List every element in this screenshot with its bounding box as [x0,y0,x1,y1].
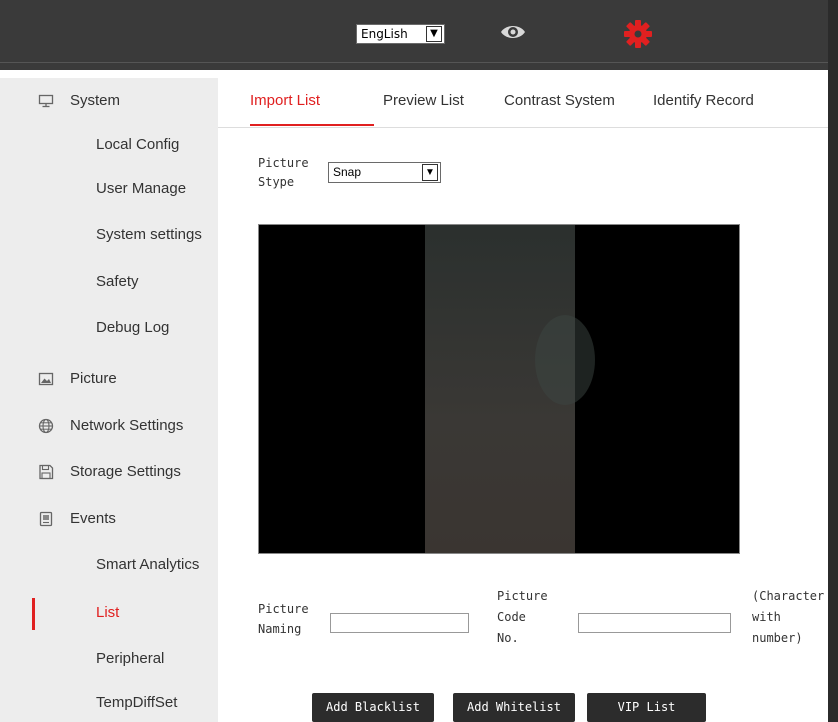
picture-type-select[interactable]: Snap ▼ [328,162,441,183]
top-bar-divider [0,62,838,63]
vip-list-button[interactable]: VIP List [587,693,706,722]
sidebar-item-label: Smart Analytics [96,556,200,573]
sidebar-item-list[interactable]: List [0,590,218,636]
globe-icon [38,418,54,434]
picture-code-hint: (Character with number) [752,586,824,649]
sidebar-item-label: List [96,604,120,621]
sidebar-item-label: Debug Log [96,319,170,336]
save-icon [39,464,54,480]
sidebar-item-user-manage[interactable]: User Manage [0,180,218,226]
add-blacklist-button[interactable]: Add Blacklist [312,693,434,722]
picture-code-label-line: Picture [497,589,548,603]
preview-image-highlight [535,315,595,405]
sidebar-item-label: Storage Settings [70,463,181,480]
sidebar-item-label: Network Settings [70,417,184,434]
tab-bar: Import List Preview List Contrast System… [218,78,828,128]
add-whitelist-button[interactable]: Add Whitelist [453,693,575,722]
picture-code-label-line: Code [497,610,526,624]
picture-type-label: Picture Stype [258,154,309,192]
language-select[interactable]: EngLish ▼ [356,24,445,44]
sidebar-item-label: Safety [96,273,139,290]
sidebar-item-label: System [70,92,121,109]
language-select-value: EngLish [361,27,408,41]
window-edge [828,0,838,722]
eye-icon[interactable] [500,22,526,42]
picture-naming-input[interactable] [330,613,469,633]
sidebar-item-label: Picture [70,370,117,387]
picture-code-label-line: No. [497,631,519,645]
sidebar-item-label: Events [70,510,116,527]
sidebar-item-storage-settings[interactable]: Storage Settings [0,449,218,495]
picture-code-hint-line: number) [752,631,803,645]
picture-preview [258,224,740,554]
events-icon [39,511,53,527]
sidebar-item-label: TempDiffSet [96,694,178,711]
tab-preview-list[interactable]: Preview List [383,92,464,109]
sidebar-item-local-config[interactable]: Local Config [0,136,218,182]
sidebar-item-tempdiffset[interactable]: TempDiffSet [0,694,218,722]
picture-naming-label-line: Picture [258,602,309,616]
picture-type-label-line: Picture [258,156,309,170]
top-bar: EngLish ▼ [0,0,838,70]
picture-naming-label: Picture Naming [258,599,309,639]
sidebar-item-system-settings[interactable]: System settings [0,226,218,272]
picture-type-label-line: Stype [258,175,295,189]
picture-code-label: Picture Code No. [497,586,548,649]
tab-contrast-system[interactable]: Contrast System [504,92,615,109]
gear-icon[interactable] [624,20,652,48]
chevron-down-icon[interactable]: ▼ [426,26,442,42]
picture-code-hint-line: with [752,610,781,624]
picture-code-hint-line: (Character [752,589,825,603]
picture-type-value: Snap [333,165,362,179]
sidebar-item-picture[interactable]: Picture [0,356,218,402]
sidebar-item-system[interactable]: System [0,78,218,124]
sidebar-item-network-settings[interactable]: Network Settings [0,403,218,449]
sidebar-item-safety[interactable]: Safety [0,273,218,319]
sidebar: System Local Config User Manage System s… [0,78,218,722]
picture-code-input[interactable] [578,613,731,633]
sidebar-item-label: Local Config [96,136,180,153]
chevron-down-icon[interactable]: ▼ [422,164,438,181]
monitor-icon [38,94,54,108]
tab-identify-record[interactable]: Identify Record [653,92,754,109]
sidebar-item-label: User Manage [96,180,187,197]
active-indicator [32,598,35,630]
sidebar-item-label: Peripheral [96,650,165,667]
picture-icon [38,372,54,386]
picture-naming-label-line: Naming [258,622,302,636]
sidebar-item-events[interactable]: Events [0,496,218,542]
active-tab-underline [250,124,374,126]
sidebar-item-peripheral[interactable]: Peripheral [0,650,218,696]
tab-import-list[interactable]: Import List [250,92,320,109]
sidebar-item-label: System settings [96,226,202,243]
